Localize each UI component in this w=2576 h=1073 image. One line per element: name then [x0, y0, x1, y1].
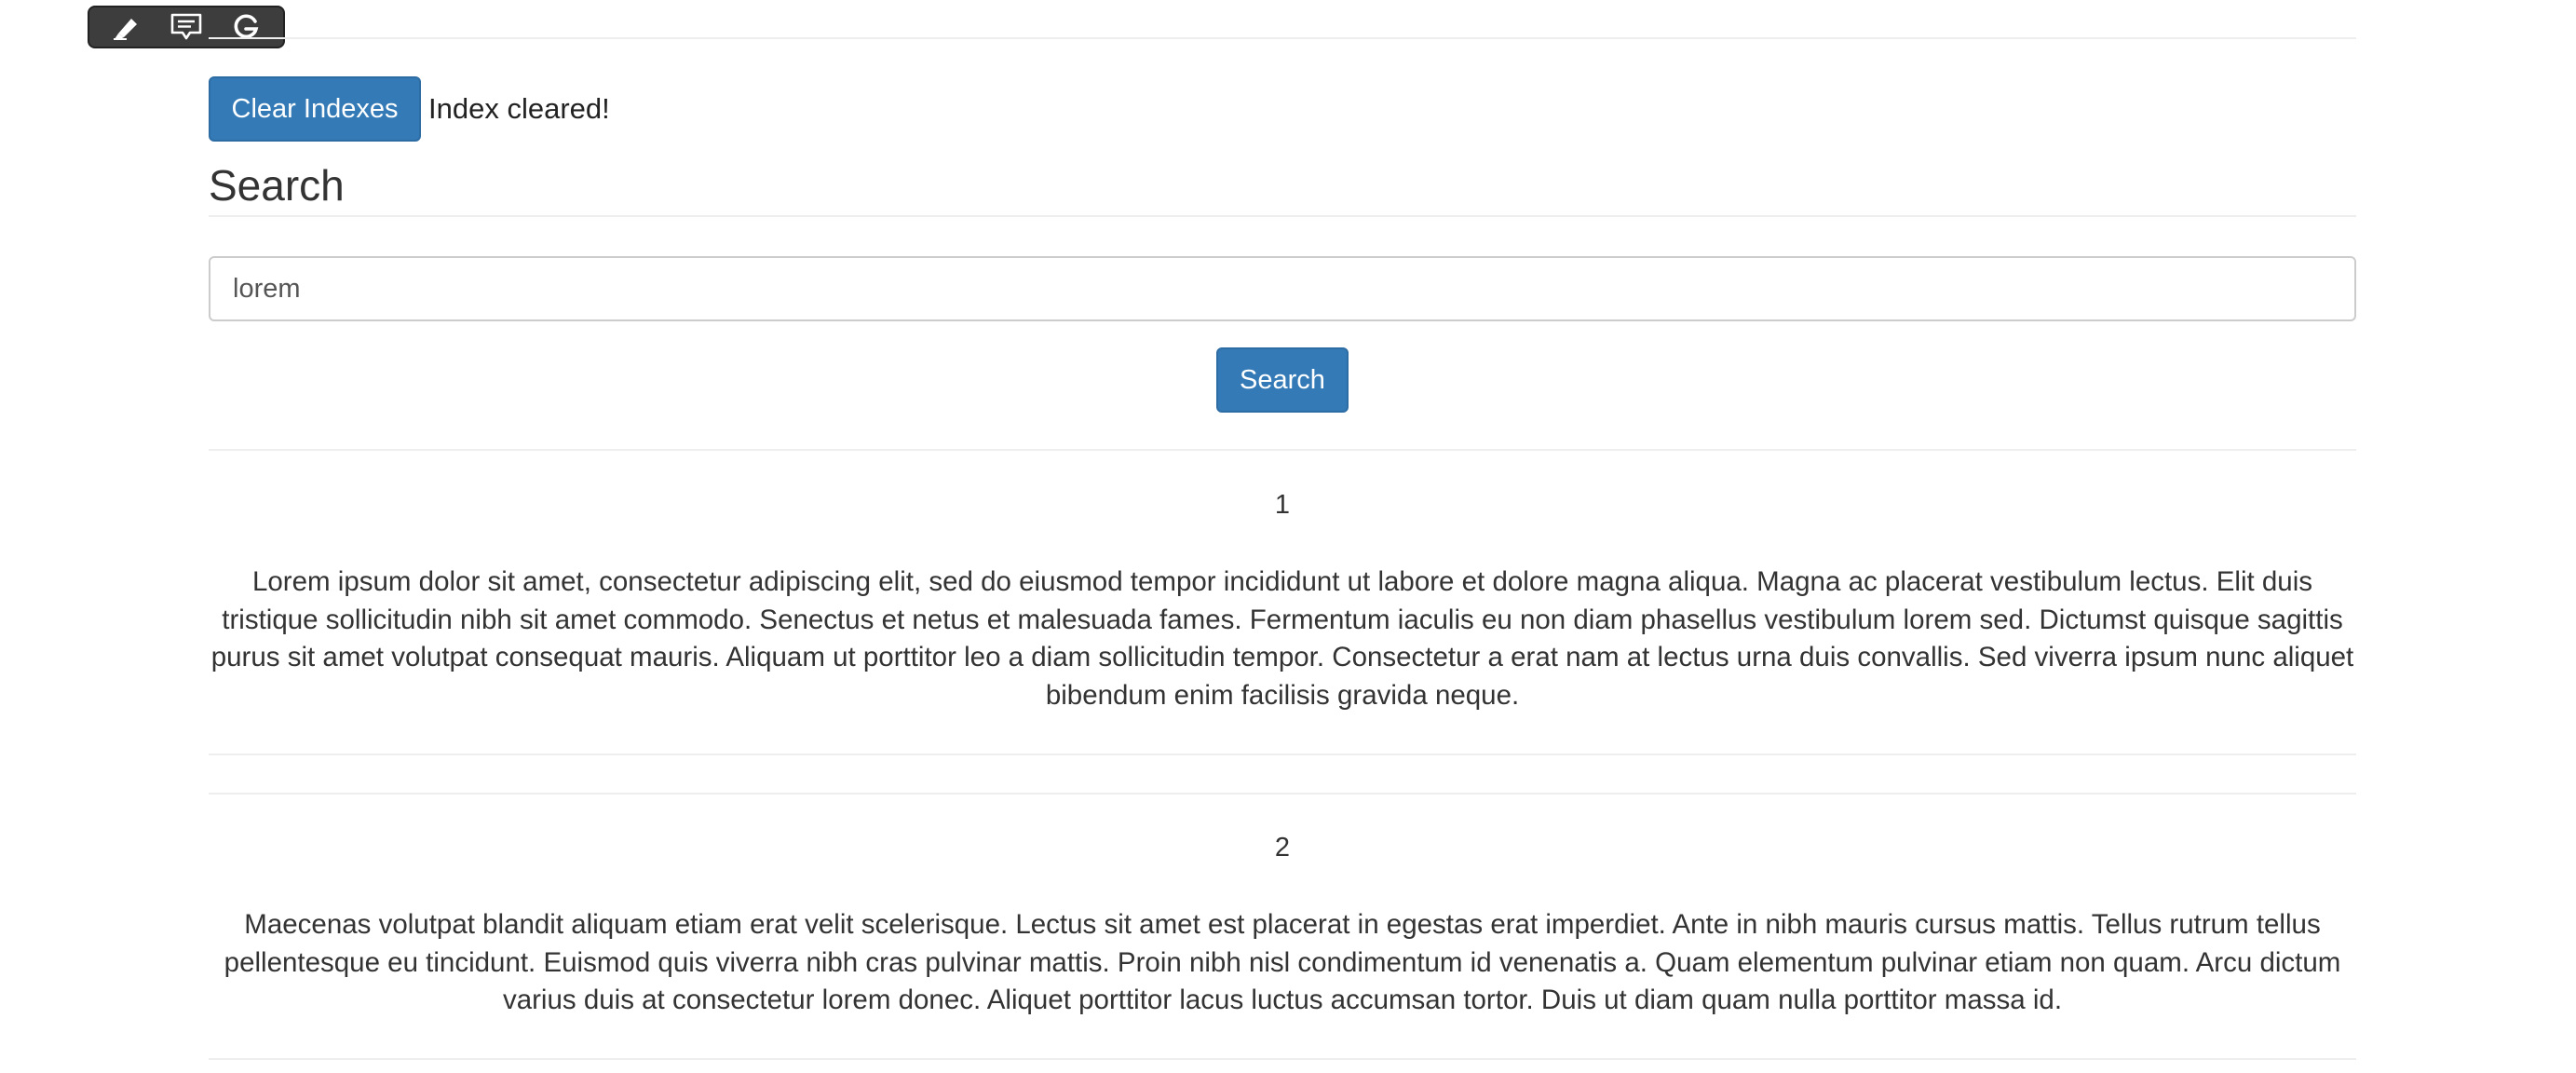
divider — [209, 215, 2356, 217]
comment-icon[interactable] — [162, 10, 210, 44]
clear-indexes-button[interactable]: Clear Indexes — [209, 76, 421, 142]
search-heading: Search — [209, 161, 345, 210]
result-item: 2 Maecenas volutpat blandit aliquam etia… — [209, 833, 2356, 1020]
divider — [209, 37, 2356, 39]
divider — [209, 793, 2356, 795]
search-button-row: Search — [209, 347, 2356, 413]
result-text: Lorem ipsum dolor sit amet, consectetur … — [210, 566, 2354, 711]
clear-row: Clear Indexes Index cleared! — [209, 76, 610, 142]
search-input[interactable] — [209, 256, 2356, 321]
divider — [209, 1058, 2356, 1060]
highlighter-icon[interactable] — [102, 10, 151, 44]
search-button[interactable]: Search — [1216, 347, 1349, 413]
divider — [209, 449, 2356, 451]
clear-status-text: Index cleared! — [428, 92, 610, 125]
result-number: 1 — [1274, 490, 1291, 520]
divider — [209, 754, 2356, 755]
floating-toolbar — [88, 6, 285, 48]
result-text: Maecenas volutpat blandit aliquam etiam … — [224, 909, 2341, 1015]
page: Clear Indexes Index cleared! Search Sear… — [0, 0, 2576, 1073]
result-number: 2 — [1274, 833, 1291, 862]
result-item: 1 Lorem ipsum dolor sit amet, consectetu… — [209, 490, 2356, 714]
